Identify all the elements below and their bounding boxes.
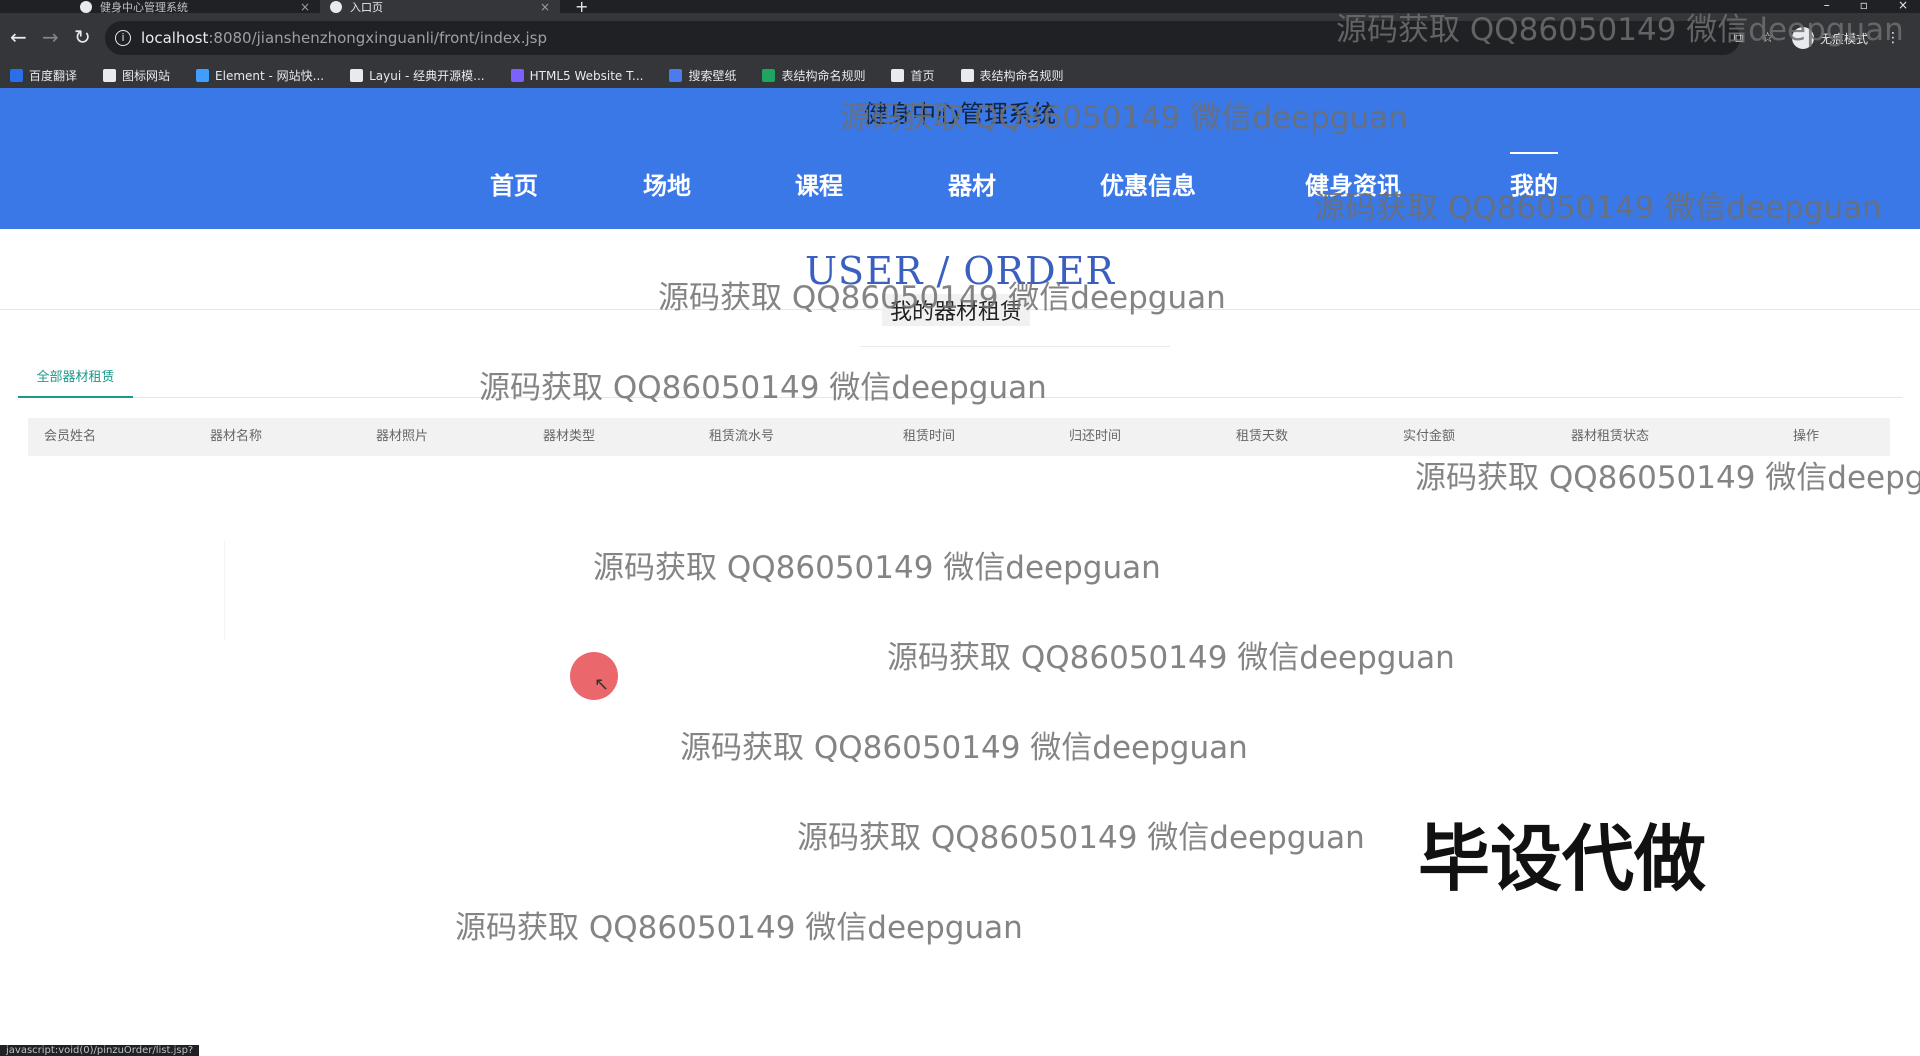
nav-item-home[interactable]: 首页 bbox=[490, 166, 538, 201]
promo-stamp: 毕设代做 bbox=[1418, 817, 1707, 901]
bookmark-icon bbox=[891, 69, 905, 82]
divider bbox=[860, 346, 1170, 347]
bookmark-label: Layui - 经典开源模... bbox=[369, 69, 485, 83]
bookmark-label: Element - 网站快... bbox=[215, 69, 325, 83]
column-header: 实付金额 bbox=[1403, 429, 1456, 444]
status-url: javascript:void(0)/pinzuOrder/list.jsp? bbox=[0, 1045, 200, 1056]
bookmark-item[interactable]: Element - 网站快... bbox=[196, 67, 324, 84]
bookmark-label: 百度翻译 bbox=[29, 69, 78, 83]
column-header: 会员姓名 bbox=[44, 429, 97, 444]
bookmark-item[interactable]: 首页 bbox=[891, 67, 935, 84]
forward-icon[interactable]: → bbox=[42, 27, 59, 47]
bookmark-item[interactable]: HTML5 Website T... bbox=[510, 68, 644, 83]
watermark-text: 源码获取 QQ86050149 微信deepguan bbox=[1314, 190, 1882, 226]
close-icon[interactable]: × bbox=[300, 0, 310, 14]
bookmark-item[interactable]: 表结构命名规则 bbox=[762, 67, 865, 84]
nav-item-venue[interactable]: 场地 bbox=[643, 166, 691, 201]
bookmark-item[interactable]: 百度翻译 bbox=[10, 67, 77, 84]
back-icon[interactable]: ← bbox=[10, 27, 27, 47]
reload-icon[interactable]: ↻ bbox=[74, 27, 91, 47]
browser-tab-admin[interactable]: 健身中心管理系统 × bbox=[70, 0, 320, 14]
column-header: 器材租赁状态 bbox=[1571, 429, 1650, 444]
bookmark-item[interactable]: 表结构命名规则 bbox=[960, 67, 1064, 84]
bookmark-item[interactable]: Layui - 经典开源模... bbox=[350, 67, 485, 84]
bookmark-label: HTML5 Website T... bbox=[529, 68, 644, 83]
screen: 健身中心管理系统 × 入口页 × + – ▫ × ← → ↻ i localho… bbox=[0, 0, 1920, 1056]
close-icon[interactable]: × bbox=[540, 0, 550, 14]
globe-icon bbox=[330, 0, 342, 13]
column-header: 器材类型 bbox=[543, 429, 596, 444]
bookmarks-bar: 百度翻译 图标网站 Element - 网站快... Layui - 经典开源模...… bbox=[0, 63, 1920, 88]
url-path: :8080/jianshenzhongxinguanli/front/index… bbox=[208, 29, 548, 47]
table-header: 会员姓名 器材名称 器材照片 器材类型 租赁流水号 租赁时间 归还时间 租赁天数… bbox=[28, 418, 1890, 456]
nav-item-course[interactable]: 课程 bbox=[795, 166, 843, 201]
watermark-text: 源码获取 QQ86050149 微信deepguan bbox=[455, 910, 1023, 946]
watermark-text: 源码获取 QQ86050149 微信deepguan bbox=[1415, 460, 1920, 496]
info-icon[interactable]: i bbox=[115, 30, 131, 46]
divider bbox=[224, 540, 225, 640]
bookmark-item[interactable]: 搜索壁纸 bbox=[669, 67, 736, 84]
bookmark-icon bbox=[762, 69, 776, 82]
bookmark-icon bbox=[10, 69, 23, 82]
browser-tab-entry[interactable]: 入口页 × bbox=[320, 0, 560, 14]
bookmark-icon bbox=[960, 69, 974, 82]
url-host: localhost bbox=[141, 29, 209, 47]
watermark-text: 源码获取 QQ86050149 微信deepguan bbox=[658, 280, 1226, 316]
globe-icon bbox=[80, 0, 92, 13]
column-header: 器材名称 bbox=[210, 429, 263, 444]
bookmark-label: 首页 bbox=[910, 69, 935, 83]
watermark-text: 源码获取 QQ86050149 微信deepguan bbox=[593, 550, 1161, 586]
nav-item-equipment[interactable]: 器材 bbox=[948, 166, 996, 201]
watermark-text: 源码获取 QQ86050149 微信deepguan bbox=[797, 820, 1365, 856]
bookmark-icon bbox=[350, 69, 364, 82]
watermark-text: 源码获取 QQ86050149 微信deepguan bbox=[840, 100, 1408, 136]
tab-all-rentals[interactable]: 全部器材租赁 bbox=[18, 365, 133, 398]
watermark-text: 源码获取 QQ86050149 微信deepguan bbox=[1336, 12, 1904, 48]
bookmark-label: 图标网站 bbox=[122, 69, 171, 83]
bookmark-label: 表结构命名规则 bbox=[781, 69, 866, 83]
column-header: 租赁天数 bbox=[1236, 429, 1289, 444]
column-header: 租赁流水号 bbox=[709, 429, 775, 444]
column-header: 租赁时间 bbox=[903, 429, 956, 444]
watermark-text: 源码获取 QQ86050149 微信deepguan bbox=[479, 370, 1047, 406]
column-header: 器材照片 bbox=[376, 429, 429, 444]
column-header: 归还时间 bbox=[1069, 429, 1122, 444]
cursor-icon: ↖ bbox=[594, 674, 610, 695]
bookmark-icon bbox=[196, 69, 210, 82]
bookmark-icon bbox=[103, 69, 117, 82]
bookmark-label: 搜索壁纸 bbox=[688, 69, 737, 83]
bookmark-item[interactable]: 图标网站 bbox=[103, 67, 170, 84]
bookmark-icon bbox=[510, 69, 524, 82]
bookmark-label: 表结构命名规则 bbox=[979, 69, 1064, 83]
watermark-text: 源码获取 QQ86050149 微信deepguan bbox=[887, 640, 1455, 676]
column-header: 操作 bbox=[1793, 429, 1820, 444]
watermark-text: 源码获取 QQ86050149 微信deepguan bbox=[680, 730, 1248, 766]
bookmark-icon bbox=[669, 69, 683, 82]
nav-item-discount[interactable]: 优惠信息 bbox=[1100, 166, 1196, 201]
